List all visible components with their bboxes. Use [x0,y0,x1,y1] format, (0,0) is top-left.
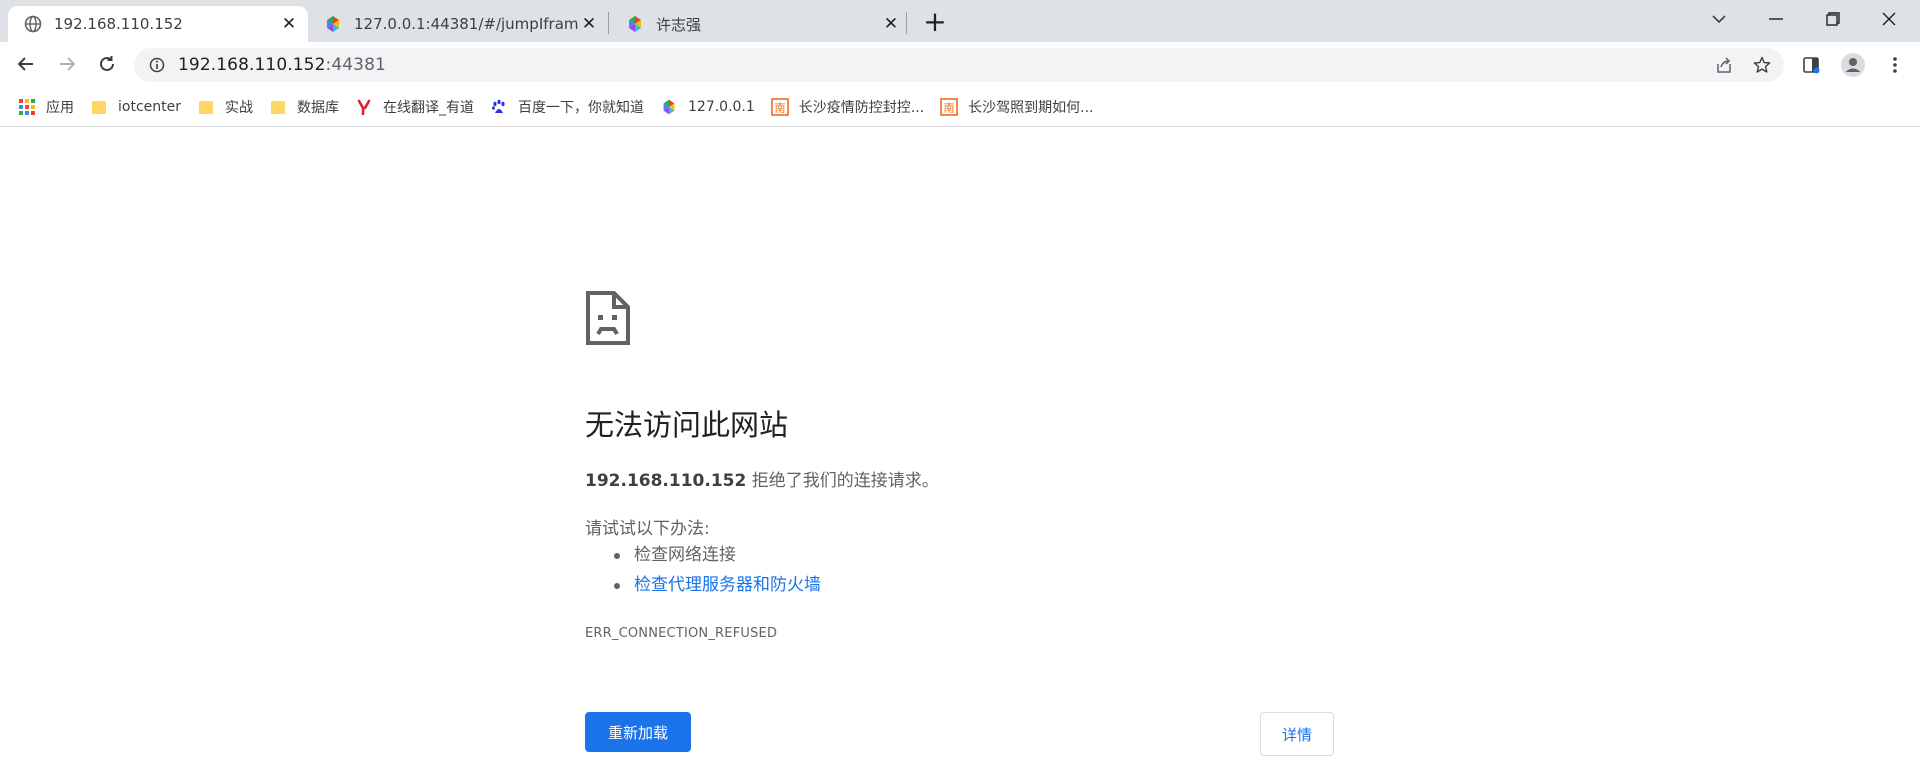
sad-page-icon [584,290,632,346]
apps-grid-icon [18,98,36,116]
error-message-text: 拒绝了我们的连接请求。 [746,471,939,491]
bookmark-changsha-covid[interactable]: 南 长沙疫情防控封控... [763,92,932,122]
reload-page-button[interactable]: 重新加载 [585,712,691,752]
tab-separator [608,12,609,34]
bookmark-label: 数据库 [297,99,339,116]
bookmark-label: 127.0.0.1 [688,98,755,115]
bookmark-youdao[interactable]: 在线翻译_有道 [347,92,482,122]
tab-strip: 192.168.110.152 ✕ 127.0.0.1:44381/#/jump… [0,0,1920,42]
bookmark-folder-database[interactable]: 数据库 [261,92,347,122]
bookmark-label: 实战 [225,99,253,116]
bookmark-star-icon[interactable] [1750,53,1774,77]
app-favicon-icon [660,98,678,116]
bookmark-folder-iotcenter[interactable]: iotcenter [82,92,189,122]
window-close-button[interactable] [1866,2,1912,36]
menu-kebab-icon[interactable] [1880,50,1910,80]
tab-title: 192.168.110.152 [54,15,183,33]
bookmark-folder-shizhan[interactable]: 实战 [189,92,261,122]
baidu-paw-icon [490,98,508,116]
url-text: 192.168.110.152:44381 [178,55,386,75]
tab-title: 127.0.0.1:44381/#/jumpIframe [354,15,578,33]
svg-text:南: 南 [774,101,785,114]
suggestion-list: 检查网络连接 检查代理服务器和防火墙 [610,540,821,600]
folder-icon [269,98,287,116]
bookmark-label: 长沙驾照到期如何... [968,99,1094,116]
bookmark-changsha-license[interactable]: 南 长沙驾照到期如何... [932,92,1101,122]
tab-search-button[interactable] [1696,2,1742,36]
site-info-icon[interactable] [146,54,168,76]
bookmark-baidu[interactable]: 百度一下，你就知道 [482,92,652,122]
tab-xu-zhiqiang[interactable]: 许志强 ✕ [610,6,910,42]
url-port: :44381 [325,55,386,75]
error-page: 无法访问此网站 192.168.110.152 拒绝了我们的连接请求。 请试试以… [0,128,1920,767]
orange-site-icon: 南 [770,97,789,116]
tab-jumpiframe[interactable]: 127.0.0.1:44381/#/jumpIframe ✕ [308,6,608,42]
error-host: 192.168.110.152 [585,471,747,491]
bookmark-label: 在线翻译_有道 [383,99,474,116]
url-host: 192.168.110.152 [178,55,326,75]
bookmark-apps[interactable]: 应用 [10,92,82,122]
tab-192-168-110-152[interactable]: 192.168.110.152 ✕ [8,6,308,42]
profile-avatar[interactable] [1838,50,1868,80]
bookmarks-bar: 应用 iotcenter 实战 数据库 在线翻译_有道 百度一下，你就知道 12… [0,87,1920,127]
share-icon[interactable] [1712,53,1736,77]
check-proxy-link[interactable]: 检查代理服务器和防火墙 [634,575,821,595]
folder-icon [197,98,215,116]
browser-toolbar: 192.168.110.152:44381 [0,42,1920,87]
bookmark-label: 百度一下，你就知道 [518,99,644,116]
side-panel-icon[interactable] [1796,50,1826,80]
svg-text:南: 南 [944,101,955,114]
orange-site-icon: 南 [940,97,958,116]
suggestion-check-proxy: 检查代理服务器和防火墙 [610,570,821,600]
error-title: 无法访问此网站 [585,408,789,442]
reload-button[interactable] [91,48,123,80]
try-label: 请试试以下办法: [585,519,710,539]
restore-button[interactable] [1810,2,1856,36]
bookmark-localhost[interactable]: 127.0.0.1 [652,92,763,122]
app-favicon-icon [322,13,344,35]
minimize-button[interactable] [1753,2,1799,36]
details-button[interactable]: 详情 [1260,712,1334,756]
app-favicon-icon [624,13,646,35]
forward-button[interactable] [51,48,83,80]
folder-icon [90,98,108,116]
tab-separator [906,12,907,34]
address-bar[interactable]: 192.168.110.152:44381 [134,48,1784,82]
tab-title: 许志强 [656,15,702,34]
close-icon[interactable]: ✕ [880,13,902,35]
suggestion-check-network: 检查网络连接 [610,540,821,570]
error-code: ERR_CONNECTION_REFUSED [585,626,778,641]
youdao-icon [355,98,373,116]
bookmark-label: 应用 [46,99,74,116]
error-message: 192.168.110.152 拒绝了我们的连接请求。 [585,466,939,491]
new-tab-button[interactable]: + [922,5,948,38]
close-icon[interactable]: ✕ [278,13,300,35]
globe-icon [22,13,44,35]
close-icon[interactable]: ✕ [578,13,600,35]
bookmark-label: 长沙疫情防控封控... [798,99,925,116]
back-button[interactable] [10,48,42,80]
bookmark-label: iotcenter [118,98,181,115]
